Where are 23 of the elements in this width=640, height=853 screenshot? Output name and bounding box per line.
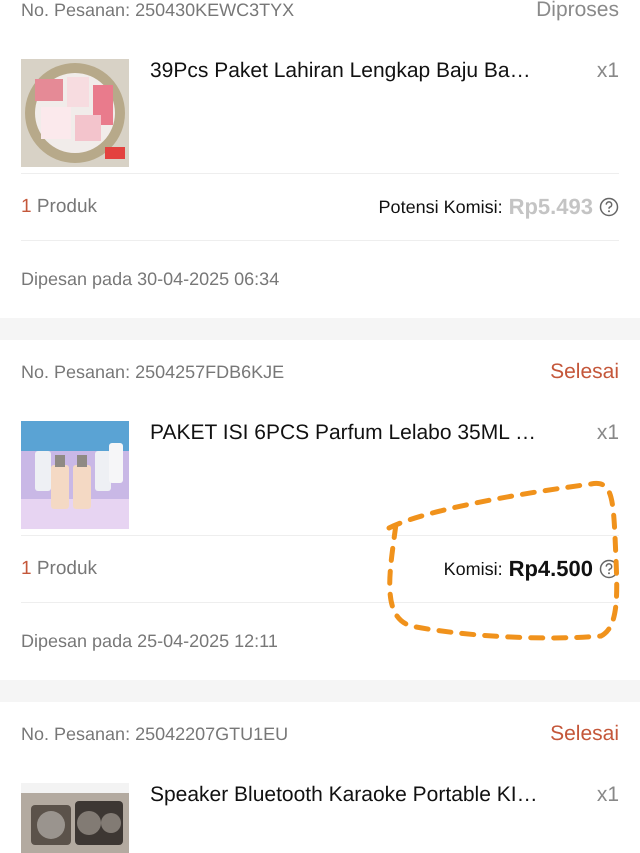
product-quantity: x1 — [596, 782, 619, 808]
product-count-label: Produk — [36, 196, 98, 217]
order-number: No. Pesanan: 2504257FDB6KJE — [21, 362, 284, 382]
commission-value: Rp5.493 — [508, 194, 593, 220]
commission-label: Potensi Komisi: — [378, 196, 503, 218]
order-status: Selesai — [550, 360, 619, 384]
order-number: No. Pesanan: 25042207GTU1EU — [21, 724, 288, 744]
product-count: 1 — [21, 558, 32, 579]
commission-label: Komisi: — [444, 558, 503, 580]
order-status: Selesai — [550, 722, 619, 746]
product-title[interactable]: PAKET ISI 6PCS Parfum Lelabo 35ML … — [150, 419, 576, 447]
product-count: 1 — [21, 196, 32, 217]
product-title[interactable]: 39Pcs Paket Lahiran Lengkap Baju Ba… — [150, 57, 576, 85]
product-quantity: x1 — [596, 58, 619, 84]
order-date: Dipesan pada 25-04-2025 12:11 — [21, 630, 279, 653]
help-icon[interactable] — [599, 197, 619, 217]
product-title[interactable]: Speaker Bluetooth Karaoke Portable KI… — [150, 781, 576, 809]
product-quantity: x1 — [596, 420, 619, 446]
product-count-label: Produk — [36, 558, 98, 579]
order-number: No. Pesanan: 250430KEWC3TYX — [21, 0, 294, 20]
order-status: Diproses — [536, 0, 619, 22]
commission-value: Rp4.500 — [508, 556, 593, 582]
order-date: Dipesan pada 30-04-2025 06:34 — [21, 268, 280, 291]
